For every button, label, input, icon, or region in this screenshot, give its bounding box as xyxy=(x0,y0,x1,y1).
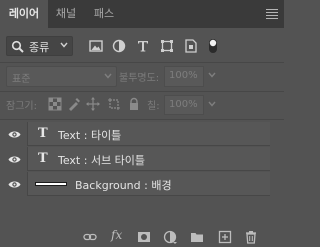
layer-body[interactable]: Background : 배경 xyxy=(28,172,270,196)
lock-image-pixels-icon[interactable] xyxy=(67,97,81,111)
smart-object-filter-icon[interactable] xyxy=(183,38,199,54)
link-layers-icon[interactable] xyxy=(83,230,97,244)
lock-row: 잠그기: 칠: 100% xyxy=(0,95,284,115)
opacity-value: 100% xyxy=(169,70,198,81)
layer-row[interactable]: T Text : 서브 타이틀 xyxy=(0,147,284,171)
new-adjustment-layer-icon[interactable] xyxy=(163,230,177,244)
layer-thumbnail xyxy=(35,182,67,186)
tab-paths[interactable]: 패스 xyxy=(84,0,124,28)
opacity-field[interactable]: 100% xyxy=(164,66,204,87)
add-layer-style-icon[interactable]: fx xyxy=(111,228,122,242)
layer-filter-row: 종류 xyxy=(0,36,284,58)
type-layer-icon: T xyxy=(38,151,48,166)
filter-kind-select[interactable]: 종류 xyxy=(6,36,73,56)
lock-transparent-pixels-icon[interactable] xyxy=(48,97,62,111)
visibility-toggle[interactable] xyxy=(0,122,28,146)
panel-tab-bar: 레이어 채널 패스 xyxy=(0,0,284,28)
new-group-icon[interactable] xyxy=(190,230,204,244)
layer-row[interactable]: T Text : 타이틀 xyxy=(0,122,284,146)
filter-toggle-icon[interactable] xyxy=(206,38,220,54)
eye-icon xyxy=(8,156,21,163)
add-mask-icon[interactable] xyxy=(137,230,151,244)
type-layer-icon: T xyxy=(38,126,48,141)
tab-channels[interactable]: 채널 xyxy=(48,0,84,28)
lock-label: 잠그기: xyxy=(6,101,37,112)
layers-footer-toolbar: fx xyxy=(0,227,284,247)
panel-menu-icon[interactable] xyxy=(266,9,278,19)
layer-body[interactable]: T Text : 서브 타이틀 xyxy=(28,147,270,171)
layers-panel: 레이어 채널 패스 종류 표준 불투명도: 100% 잠그기: 칠: 100% … xyxy=(0,0,284,247)
layer-name: Background : 배경 xyxy=(75,179,172,192)
visibility-toggle[interactable] xyxy=(0,147,28,171)
adjustment-filter-icon[interactable] xyxy=(111,38,127,54)
image-filter-icon[interactable] xyxy=(88,38,104,54)
lock-position-icon[interactable] xyxy=(86,97,100,111)
tab-layers[interactable]: 레이어 xyxy=(0,0,48,28)
eye-icon xyxy=(8,131,21,138)
type-filter-icon[interactable] xyxy=(135,38,151,54)
layer-row[interactable]: Background : 배경 xyxy=(0,172,284,196)
shape-filter-icon[interactable] xyxy=(159,38,175,54)
chevron-down-icon xyxy=(60,42,68,48)
eye-icon xyxy=(8,181,21,188)
opacity-label: 불투명도: xyxy=(119,73,160,84)
chevron-down-icon[interactable] xyxy=(208,72,216,78)
divider xyxy=(0,119,284,120)
visibility-toggle[interactable] xyxy=(0,172,28,196)
lock-artboard-icon[interactable] xyxy=(107,97,121,111)
blend-mode-select[interactable]: 표준 xyxy=(6,66,117,87)
layer-body[interactable]: T Text : 타이틀 xyxy=(28,122,270,146)
delete-layer-icon[interactable] xyxy=(244,230,258,244)
divider xyxy=(0,62,284,63)
new-layer-icon[interactable] xyxy=(218,230,232,244)
blend-row: 표준 불투명도: 100% xyxy=(0,66,284,88)
filter-kind-label: 종류 xyxy=(29,41,50,54)
lock-all-icon[interactable] xyxy=(127,97,141,111)
layer-name: Text : 서브 타이틀 xyxy=(58,154,146,167)
fill-label: 칠: xyxy=(147,101,160,112)
fill-value: 100% xyxy=(169,99,198,110)
divider xyxy=(0,91,284,92)
layer-name: Text : 타이틀 xyxy=(58,129,122,142)
search-icon xyxy=(11,40,24,53)
blend-mode-label: 표준 xyxy=(12,74,31,85)
chevron-down-icon xyxy=(104,73,112,79)
fill-field[interactable]: 100% xyxy=(164,95,204,115)
chevron-down-icon[interactable] xyxy=(208,101,216,107)
